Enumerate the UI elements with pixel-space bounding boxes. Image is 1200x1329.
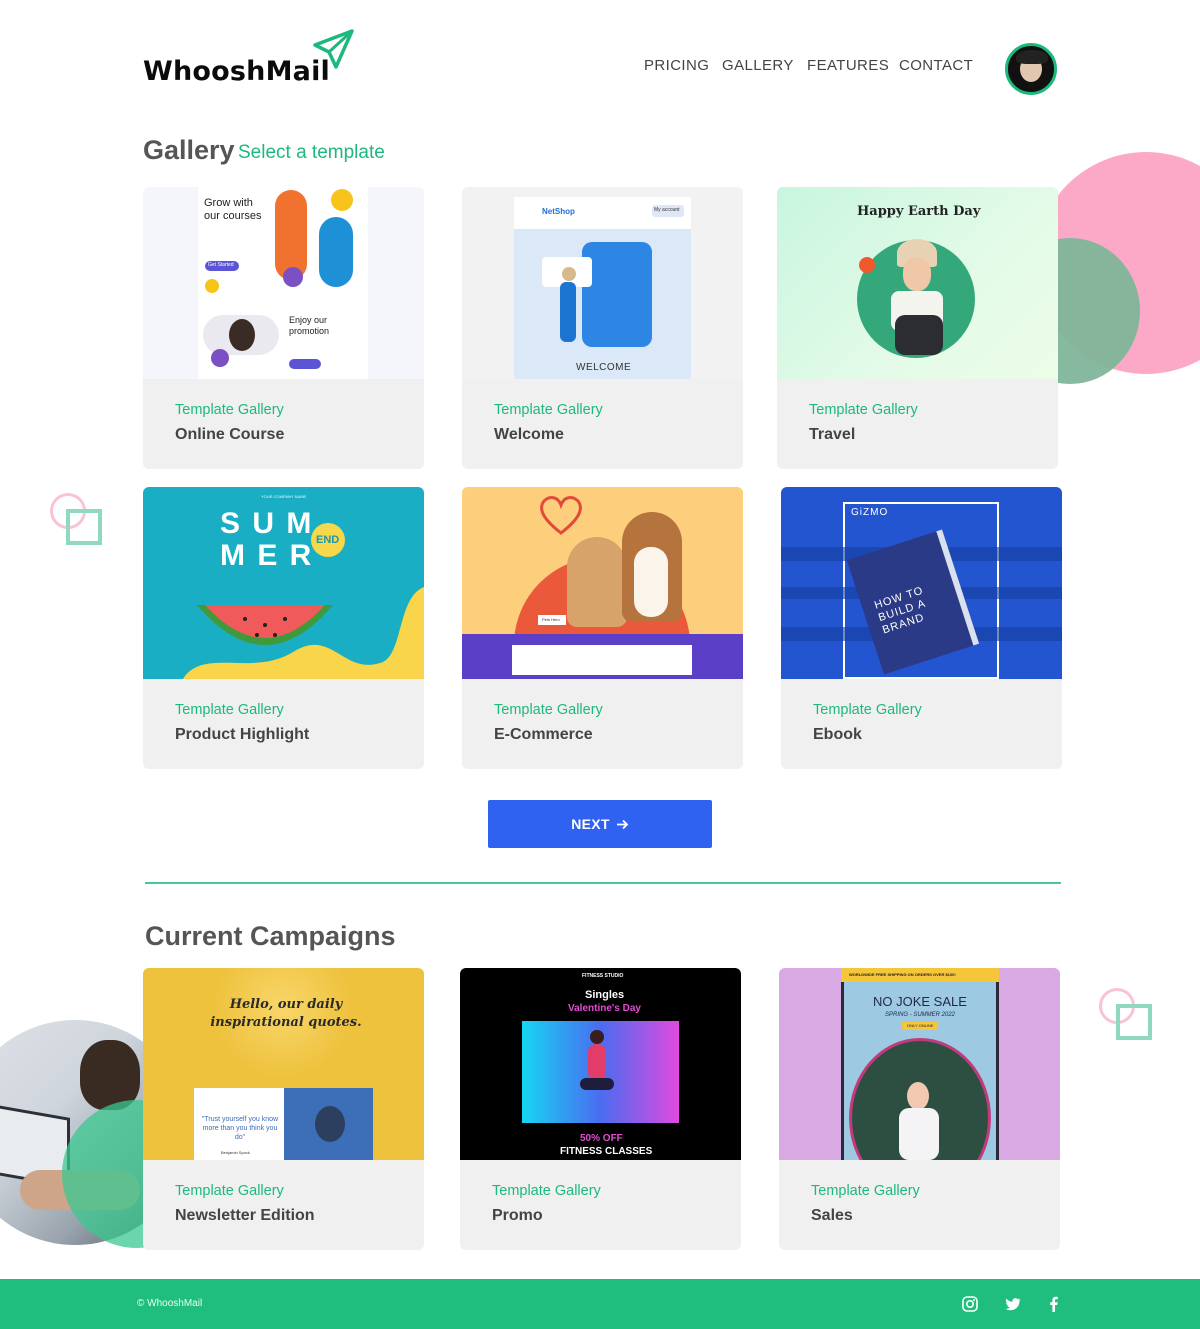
paper-plane-icon (313, 29, 354, 69)
template-thumbnail: YOUR COMPANY NAME S U M M E R END (143, 487, 424, 679)
thumb-newsletter-inner-quote: "Trust yourself you know more than you t… (201, 1116, 279, 1141)
next-label: NEXT (571, 816, 610, 832)
template-card-welcome[interactable]: NetShop My account WELCOME Template Gall… (462, 187, 743, 469)
template-thumbnail: GiZMO HOW TO BUILD A BRAND (781, 487, 1062, 679)
campaign-thumbnail: WORLDWIDE FREE SHIPPING ON ORDERS OVER $… (779, 968, 1060, 1160)
section-divider (145, 882, 1061, 884)
thumb-course-heading-2: Enjoy our promotion (289, 315, 330, 336)
template-card-travel[interactable]: Happy Earth Day Template Gallery Travel (777, 187, 1058, 469)
thumb-sales-banner: WORLDWIDE FREE SHIPPING ON ORDERS OVER $… (849, 972, 956, 977)
nav-contact[interactable]: CONTACT (899, 57, 973, 74)
decorative-square (1116, 1004, 1152, 1040)
thumb-course-heading: Grow with our courses (204, 197, 262, 222)
thumb-welcome-caption: WELCOME (576, 362, 632, 373)
arrow-right-icon (616, 819, 629, 829)
thumb-shop-name: NetShop (542, 207, 575, 216)
template-card-online-course[interactable]: Grow with our courses Get Started Enjoy … (143, 187, 424, 469)
card-category: Template Gallery (492, 1183, 601, 1199)
thumb-newsletter-author: Benjamin Spock (221, 1150, 250, 1155)
next-button[interactable]: NEXT (488, 800, 712, 848)
campaign-card-newsletter[interactable]: Hello, our daily inspirational quotes. "… (143, 968, 424, 1250)
thumb-promo-offer: 50% OFF (580, 1133, 623, 1144)
thumb-promo-classes: FITNESS CLASSES (560, 1146, 653, 1157)
instagram-icon[interactable] (961, 1295, 979, 1313)
campaigns-title: Current Campaigns (145, 921, 396, 951)
thumb-sales-sub: SPRING - SUMMER 2022 (885, 1012, 956, 1018)
thumb-promo-line2: Valentine's Day (568, 1003, 641, 1014)
card-category: Template Gallery (175, 702, 284, 718)
template-thumbnail: NetShop My account WELCOME (462, 187, 743, 379)
template-card-ebook[interactable]: GiZMO HOW TO BUILD A BRAND Template Gall… (781, 487, 1062, 769)
campaign-card-promo[interactable]: FITNESS STUDIO Singles Valentine's Day 5… (460, 968, 741, 1250)
card-title: Promo (492, 1207, 543, 1224)
footer: © WhooshMail (0, 1279, 1200, 1329)
nav-gallery[interactable]: GALLERY (722, 57, 794, 74)
card-title: Product Highlight (175, 726, 310, 743)
thumb-summer-line1: S U M (220, 507, 314, 540)
card-title: Welcome (494, 426, 564, 443)
twitter-icon[interactable] (1004, 1295, 1022, 1313)
template-thumbnail: Happy Earth Day (777, 187, 1058, 379)
card-category: Template Gallery (809, 402, 918, 418)
card-category: Template Gallery (175, 402, 284, 418)
brand-logo[interactable]: WhooshMail (143, 56, 330, 87)
thumb-pets-tag: Pets Hero (542, 617, 560, 622)
footer-copyright: © WhooshMail (137, 1298, 203, 1309)
card-title: Ebook (813, 726, 862, 743)
thumb-account: My account (654, 207, 680, 213)
thumb-summer-badge: END (316, 534, 340, 546)
card-title: Travel (809, 426, 856, 443)
card-title: E-Commerce (494, 726, 593, 743)
template-card-e-commerce[interactable]: Pets Hero Template Gallery E-Commerce (462, 487, 743, 769)
decorative-square (66, 509, 102, 545)
card-title: Newsletter Edition (175, 1207, 315, 1224)
template-thumbnail: Pets Hero (462, 487, 743, 679)
thumb-newsletter-quote: Hello, our daily inspirational quotes. (210, 997, 362, 1030)
gallery-title: Gallery (143, 135, 235, 165)
nav-pricing[interactable]: PRICING (644, 57, 709, 74)
card-category: Template Gallery (494, 402, 603, 418)
thumb-promo-line1: Singles (585, 989, 625, 1001)
card-title: Online Course (175, 426, 285, 443)
template-card-product-highlight[interactable]: YOUR COMPANY NAME S U M M E R END Templa… (143, 487, 424, 769)
facebook-icon[interactable] (1045, 1295, 1063, 1313)
user-avatar[interactable] (1005, 43, 1057, 95)
thumb-sales-badge: ONLY ONLINE (907, 1023, 934, 1028)
thumb-company-name: YOUR COMPANY NAME (261, 494, 307, 499)
nav-features[interactable]: FEATURES (807, 57, 889, 74)
card-title: Sales (811, 1207, 853, 1224)
card-category: Template Gallery (175, 1183, 284, 1199)
campaign-thumbnail: Hello, our daily inspirational quotes. "… (143, 968, 424, 1160)
thumb-promo-studio: FITNESS STUDIO (582, 973, 624, 979)
card-category: Template Gallery (811, 1183, 920, 1199)
thumb-ebook-brand: GiZMO (851, 507, 889, 518)
gallery-subtitle: Select a template (238, 142, 385, 163)
campaign-thumbnail: FITNESS STUDIO Singles Valentine's Day 5… (460, 968, 741, 1160)
card-category: Template Gallery (813, 702, 922, 718)
card-category: Template Gallery (494, 702, 603, 718)
thumb-sales-title: NO JOKE SALE (873, 994, 967, 1009)
campaign-card-sales[interactable]: WORLDWIDE FREE SHIPPING ON ORDERS OVER $… (779, 968, 1060, 1250)
thumb-travel-heading: Happy Earth Day (857, 204, 981, 219)
template-thumbnail: Grow with our courses Get Started Enjoy … (143, 187, 424, 379)
thumb-course-button: Get Started (208, 262, 234, 268)
